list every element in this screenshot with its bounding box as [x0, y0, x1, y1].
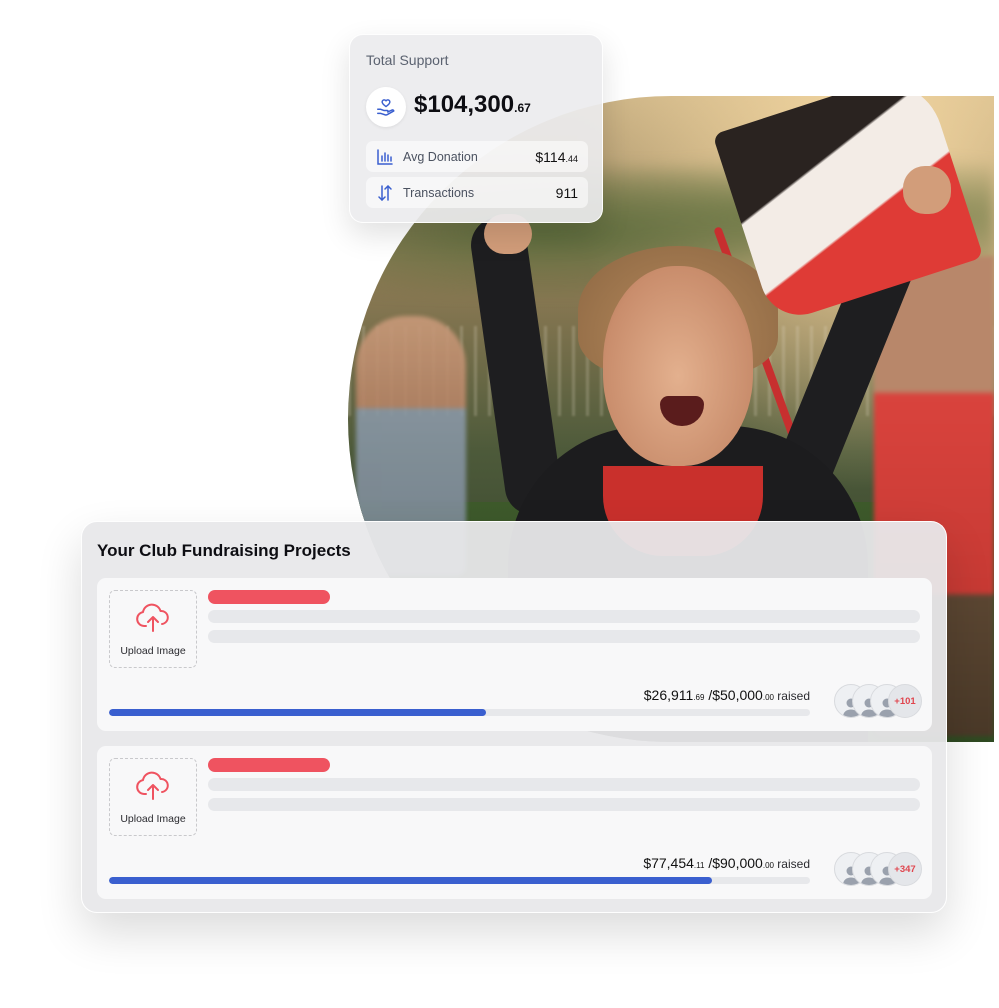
description-placeholder-line: [208, 778, 920, 791]
heart-hand-icon: [366, 87, 406, 127]
fundraising-projects-panel: Your Club Fundraising Projects Upload Im…: [81, 521, 947, 913]
description-placeholder-line: [208, 630, 920, 643]
total-support-amount-main: $104,300: [414, 91, 515, 118]
avg-donation-value: $114.44: [535, 149, 578, 165]
total-support-title: Total Support: [366, 52, 449, 68]
project-card[interactable]: Upload Image $77,454.11 /$90,000.00 rais…: [97, 746, 932, 899]
goal-main: /$50,000: [704, 687, 763, 703]
raised-main: $77,454: [643, 855, 694, 871]
transfer-arrows-icon: [376, 184, 394, 202]
progress-fill: [109, 709, 487, 716]
upload-image-button[interactable]: Upload Image: [109, 758, 197, 836]
progress-bar: [109, 877, 810, 884]
goal-cents: .00: [762, 861, 774, 870]
description-placeholder-line: [208, 610, 920, 623]
raised-cents: .69: [693, 693, 705, 702]
upload-image-label: Upload Image: [120, 644, 186, 657]
goal-cents: .00: [762, 693, 774, 702]
raised-main: $26,911: [643, 687, 694, 703]
avg-donation-row: Avg Donation $114.44: [366, 141, 588, 172]
avg-donation-value-main: $114: [535, 148, 566, 165]
total-support-amount-cents: .67: [514, 101, 531, 115]
supporters-avatars[interactable]: +347: [834, 852, 924, 886]
bar-chart-icon: [376, 148, 394, 166]
raised-amount: $26,911.69 /$50,000.00 raised: [644, 687, 810, 703]
supporters-avatars[interactable]: +101: [834, 684, 924, 718]
projects-title: Your Club Fundraising Projects: [97, 541, 351, 560]
total-support-amount: $104,300.67: [414, 91, 531, 119]
photo-hand-right: [903, 166, 951, 214]
cloud-upload-icon: [135, 602, 171, 639]
project-title-placeholder: [208, 590, 330, 604]
avg-donation-label: Avg Donation: [403, 149, 478, 164]
cloud-upload-icon: [135, 770, 171, 807]
progress-bar: [109, 709, 810, 716]
raised-word: raised: [773, 857, 810, 871]
project-card[interactable]: Upload Image $26,911.69 /$50,000.00 rais…: [97, 578, 932, 731]
raised-word: raised: [773, 689, 810, 703]
progress-fill: [109, 877, 713, 884]
goal-main: /$90,000: [704, 855, 763, 871]
total-support-card: Total Support $104,300.67 Avg Donation $…: [349, 34, 603, 223]
supporters-more-count: +101: [888, 684, 922, 718]
photo-woman-head: [603, 266, 753, 466]
transactions-value: 911: [555, 184, 578, 201]
supporters-more-count: +347: [888, 852, 922, 886]
description-placeholder-line: [208, 798, 920, 811]
project-title-placeholder: [208, 758, 330, 772]
raised-amount: $77,454.11 /$90,000.00 raised: [643, 855, 810, 871]
raised-cents: .11: [693, 861, 705, 870]
upload-image-label: Upload Image: [120, 812, 186, 825]
avg-donation-value-cents: .44: [565, 153, 578, 164]
transactions-label: Transactions: [403, 185, 475, 200]
upload-image-button[interactable]: Upload Image: [109, 590, 197, 668]
transactions-row: Transactions 911: [366, 177, 588, 208]
